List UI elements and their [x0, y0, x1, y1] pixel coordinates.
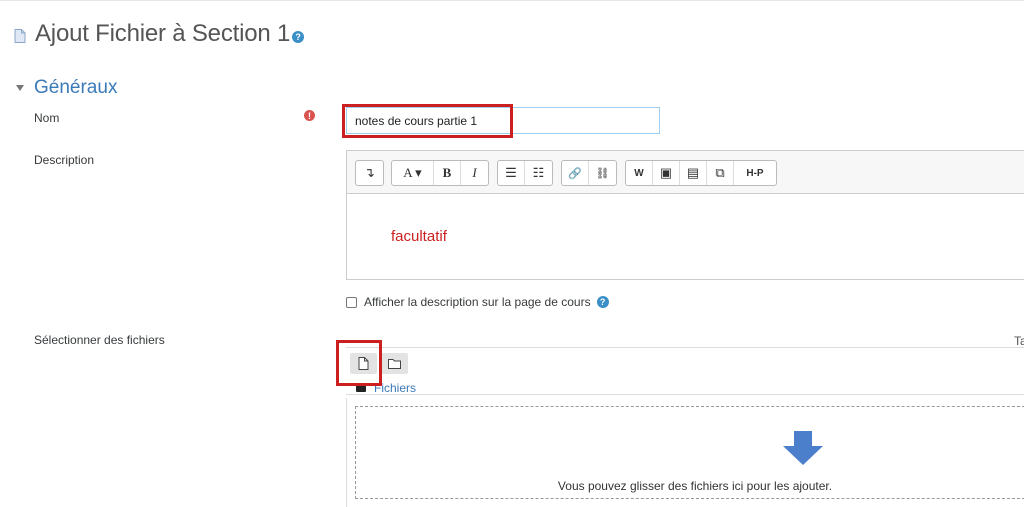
show-description-checkbox[interactable]	[346, 296, 357, 308]
dropzone-text: Vous pouvez glisser des fichiers ici pou…	[557, 479, 833, 493]
file-dropzone[interactable]: Vous pouvez glisser des fichiers ici pou…	[355, 406, 1024, 499]
toolbar-group-lists: ☰ ☷	[497, 160, 553, 186]
toolbar-group-media: W ▣ ▤ ⧉ H-P	[625, 160, 777, 186]
image-icon[interactable]: ▣	[653, 161, 680, 185]
page-title: Ajout Fichier à Section 1	[35, 20, 291, 47]
name-input[interactable]	[346, 107, 660, 134]
description-label: Description	[34, 153, 95, 167]
toolbar-group-more: ↴	[355, 160, 384, 186]
collapse-triangle-icon	[16, 85, 24, 91]
show-description-row: Afficher la description sur la page de c…	[346, 295, 609, 309]
page-header: Ajout Fichier à Section 1 ?	[14, 20, 305, 48]
top-divider	[0, 0, 1024, 1]
create-folder-button[interactable]	[381, 353, 408, 374]
italic-icon[interactable]: I	[461, 161, 488, 185]
bold-icon[interactable]: B	[434, 161, 461, 185]
h5p-icon[interactable]: H-P	[734, 161, 776, 185]
help-icon[interactable]: ?	[292, 31, 305, 43]
show-more-icon[interactable]: ↴	[356, 161, 383, 185]
folder-icon	[356, 384, 366, 392]
files-label: Sélectionner des fichiers	[34, 333, 165, 347]
editor-toolbar: ↴ A ▾ B I ☰ ☷ 🔗 ⛓ W ▣ ▤ ⧉ H-P	[347, 151, 1024, 194]
unlink-icon[interactable]: ⛓	[589, 161, 616, 185]
link-icon[interactable]: 🔗	[562, 161, 589, 185]
section-toggle-generaux[interactable]: Généraux	[16, 77, 117, 99]
manage-files-icon[interactable]: ⧉	[707, 161, 734, 185]
annotation-optional-text: facultatif	[391, 228, 447, 245]
file-add-icon	[358, 357, 369, 370]
show-description-label: Afficher la description sur la page de c…	[364, 295, 591, 309]
unordered-list-icon[interactable]: ☰	[498, 161, 525, 185]
drop-arrow-icon	[783, 431, 823, 465]
breadcrumb: Fichiers	[356, 381, 416, 395]
filepicker-divider	[346, 394, 1024, 395]
help-icon[interactable]: ?	[596, 296, 609, 308]
required-icon: !	[304, 110, 315, 121]
editor-content-area[interactable]: facultatif	[347, 194, 1024, 279]
breadcrumb-link-fichiers[interactable]: Fichiers	[374, 381, 416, 395]
description-editor: ↴ A ▾ B I ☰ ☷ 🔗 ⛓ W ▣ ▤ ⧉ H-P facultatif	[346, 150, 1024, 280]
paragraph-style-icon[interactable]: A ▾	[392, 161, 434, 185]
media-icon[interactable]: ▤	[680, 161, 707, 185]
folder-icon	[388, 359, 401, 369]
filepicker-edge	[346, 398, 347, 507]
toolbar-group-style: A ▾ B I	[391, 160, 489, 186]
section-title: Généraux	[34, 77, 118, 98]
word-import-icon[interactable]: W	[626, 161, 653, 185]
add-file-button[interactable]	[350, 353, 377, 374]
ordered-list-icon[interactable]: ☷	[525, 161, 552, 185]
truncated-text: Ta	[1014, 334, 1024, 348]
name-label: Nom	[34, 111, 60, 125]
file-icon	[14, 29, 26, 43]
toolbar-group-links: 🔗 ⛓	[561, 160, 617, 186]
